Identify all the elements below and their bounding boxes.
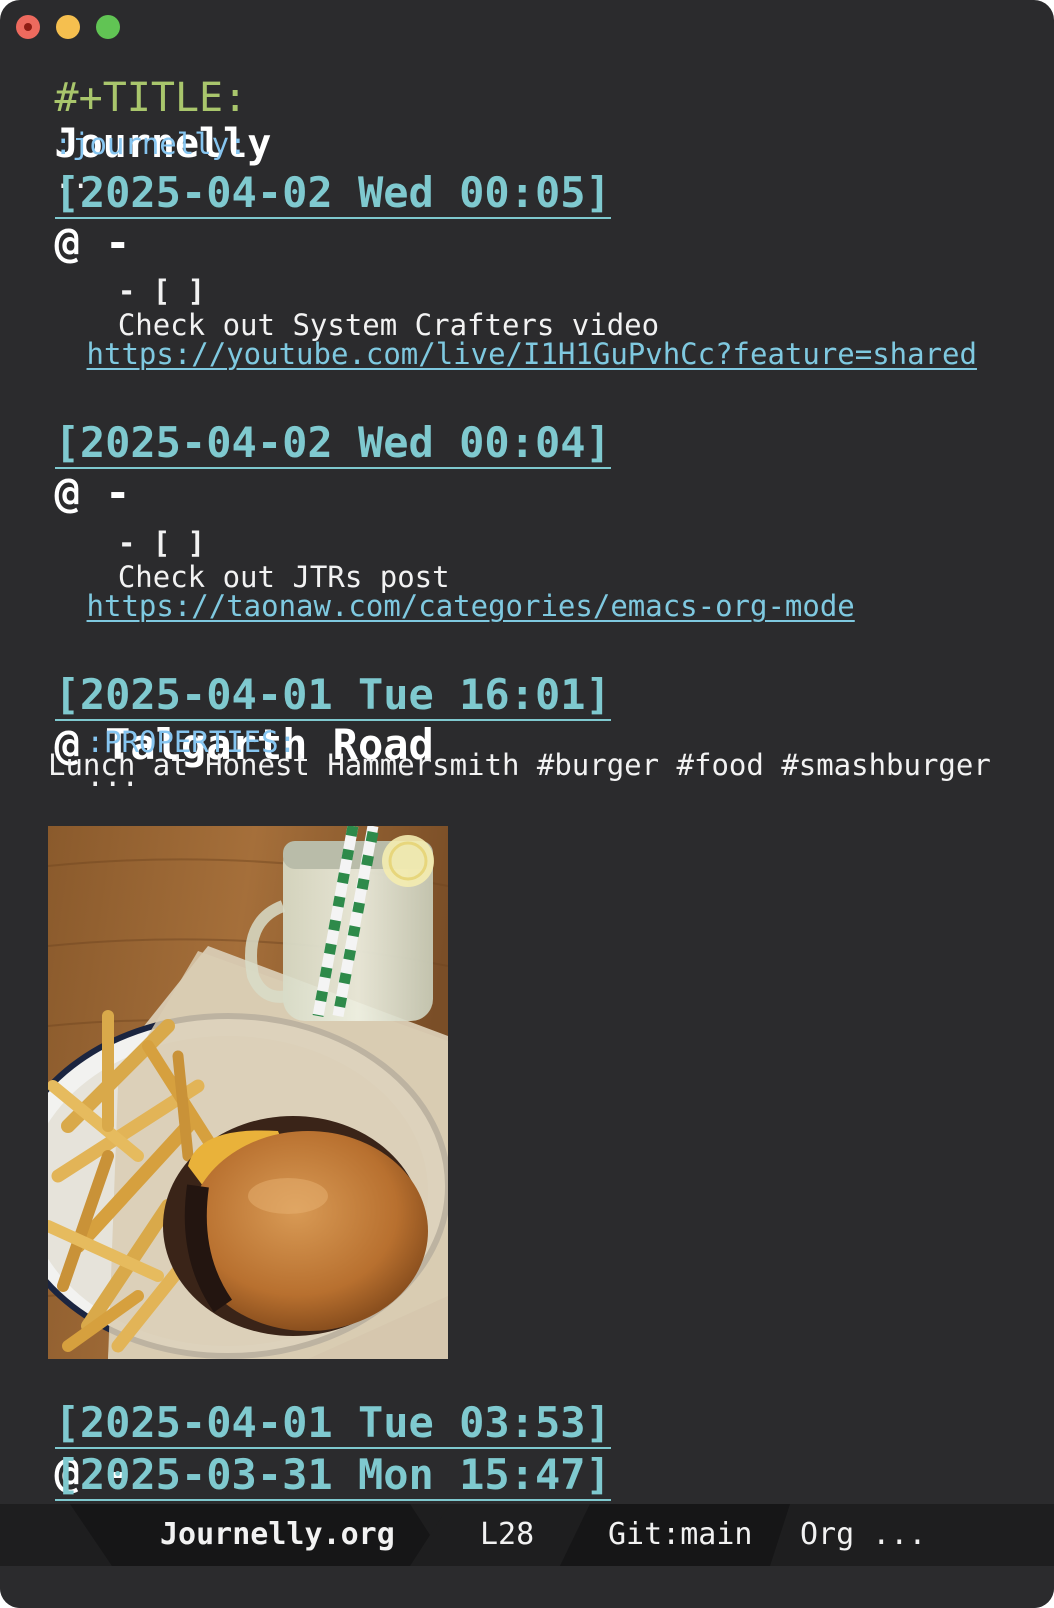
- entry-link-line: https://youtube.com/live/I1H1GuPvhCc?fea…: [48, 318, 977, 390]
- entry-link[interactable]: https://youtube.com/live/I1H1GuPvhCc?fea…: [87, 337, 977, 371]
- entry-body: Lunch at Honest Hammersmith #burger #foo…: [48, 748, 991, 782]
- entry-link[interactable]: https://taonaw.com/categories/emacs-org-…: [87, 589, 855, 623]
- close-window-button[interactable]: [16, 15, 40, 39]
- maximize-window-button[interactable]: [96, 15, 120, 39]
- mode-line-filename[interactable]: Journelly.org: [160, 1504, 395, 1566]
- minimize-window-button[interactable]: [56, 15, 80, 39]
- burger-photo-image: [48, 826, 448, 1359]
- entry-timestamp[interactable]: [2025-04-02 Wed 00:04]: [54, 419, 611, 469]
- entry-timestamp[interactable]: [2025-04-02 Wed 00:05]: [54, 169, 611, 219]
- burger-photo[interactable]: [48, 826, 448, 1359]
- mode-line-git-branch[interactable]: Git:main: [608, 1504, 753, 1566]
- mode-line: Journelly.org L28 Git:main Org ...: [0, 1504, 1054, 1566]
- task-checkbox[interactable]: - [ ]: [118, 526, 205, 560]
- minibuffer[interactable]: [0, 1566, 1054, 1608]
- editor-window: #+TITLE: Journelly :journelly: ... [2025…: [0, 0, 1054, 1608]
- mode-line-position: L28: [480, 1517, 535, 1552]
- task-checkbox[interactable]: - [ ]: [118, 274, 205, 308]
- entry-link-line: https://taonaw.com/categories/emacs-org-…: [48, 570, 855, 642]
- mode-line-major-mode[interactable]: Org ...: [800, 1504, 926, 1566]
- entry-timestamp[interactable]: [2025-03-31 Mon 15:47]: [54, 1451, 611, 1501]
